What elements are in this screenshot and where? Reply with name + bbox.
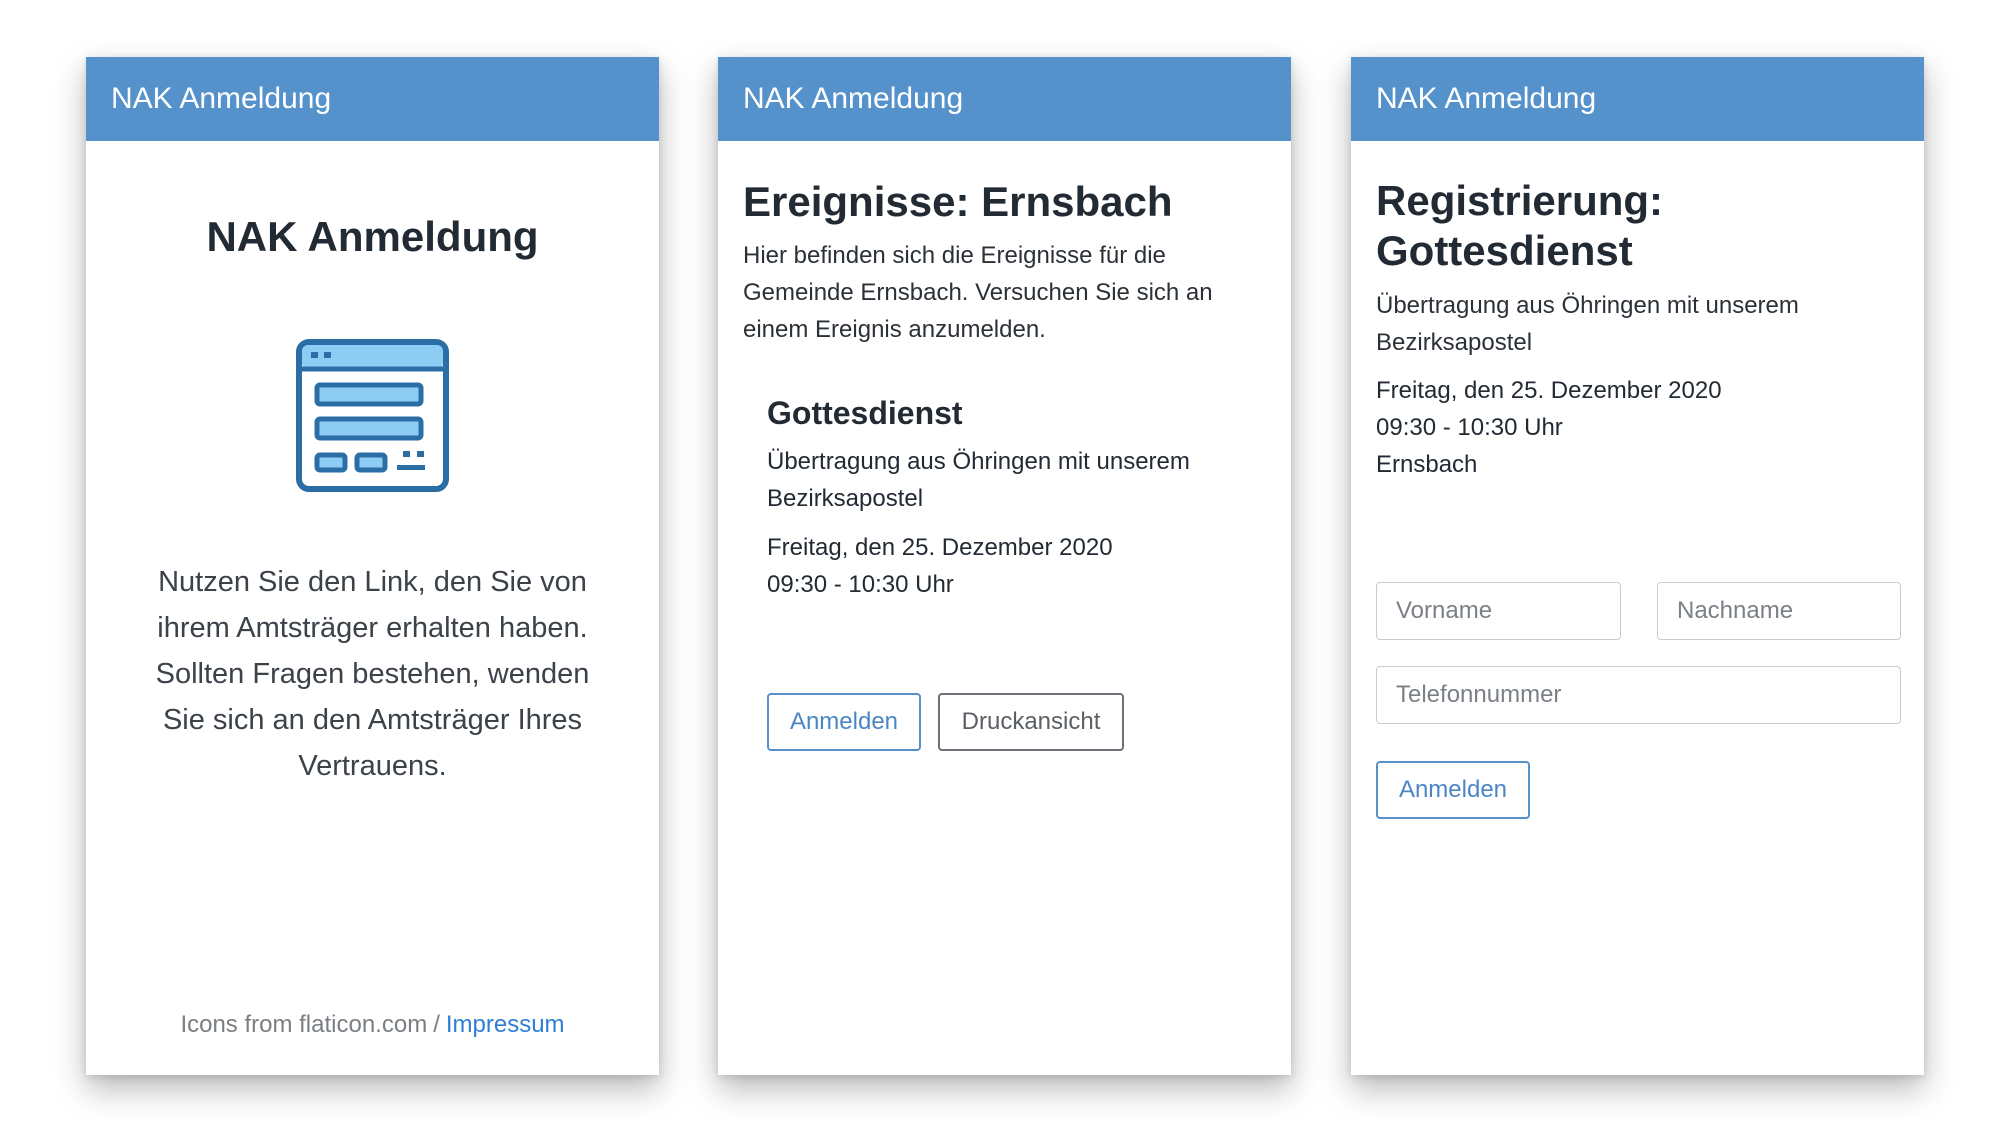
page-title-line-1: Registrierung: bbox=[1376, 177, 1664, 224]
impressum-link[interactable]: Impressum bbox=[446, 1011, 565, 1038]
page-title: Registrierung: Gottesdienst bbox=[1376, 176, 1901, 276]
register-button[interactable]: Anmelden bbox=[767, 693, 921, 751]
event-date: Freitag, den 25. Dezember 2020 bbox=[1376, 377, 1722, 404]
navbar-brand[interactable]: NAK Anmeldung bbox=[86, 57, 659, 141]
event-card: Gottesdienst Übertragung aus Öhringen mi… bbox=[767, 393, 1267, 603]
navbar-brand[interactable]: NAK Anmeldung bbox=[718, 57, 1291, 141]
event-time: 09:30 - 10:30 Uhr bbox=[767, 571, 954, 598]
lastname-input[interactable] bbox=[1657, 582, 1901, 640]
print-view-button[interactable]: Druckansicht bbox=[938, 693, 1124, 751]
event-location: Ernsbach bbox=[1376, 451, 1478, 478]
event-details: Freitag, den 25. Dezember 2020 09:30 - 1… bbox=[1376, 372, 1722, 483]
instruction-text: Nutzen Sie den Link, den Sie von ihrem A… bbox=[155, 566, 590, 782]
firstname-input[interactable] bbox=[1376, 582, 1621, 640]
page-title-line-2: Gottesdienst bbox=[1376, 227, 1633, 274]
browser-window-icon bbox=[296, 339, 449, 492]
footer-separator: / bbox=[433, 1011, 440, 1038]
screen-home: NAK Anmeldung NAK Anmeldung Nutzen Sie d… bbox=[86, 57, 659, 1075]
navbar-brand[interactable]: NAK Anmeldung bbox=[1351, 57, 1924, 141]
page-description: Hier befinden sich die Ereignisse für di… bbox=[743, 242, 1213, 343]
screen-events: NAK Anmeldung Ereignisse: Ernsbach Hier … bbox=[718, 57, 1291, 1075]
event-time: 09:30 - 10:30 Uhr bbox=[1376, 414, 1563, 441]
event-description: Übertragung aus Öhringen mit unserem Bez… bbox=[1376, 292, 1799, 356]
icon-credit: Icons from flaticon.com bbox=[180, 1011, 428, 1038]
event-title: Gottesdienst bbox=[767, 395, 963, 431]
submit-registration-button[interactable]: Anmelden bbox=[1376, 761, 1530, 819]
page-title: Ereignisse: Ernsbach bbox=[743, 178, 1173, 225]
footer: Icons from flaticon.com / Impressum bbox=[86, 1011, 659, 1039]
screen-registration: NAK Anmeldung Registrierung: Gottesdiens… bbox=[1351, 57, 1924, 1075]
phone-input[interactable] bbox=[1376, 666, 1901, 724]
event-description: Übertragung aus Öhringen mit unserem Bez… bbox=[767, 448, 1190, 512]
event-datetime: Freitag, den 25. Dezember 2020 09:30 - 1… bbox=[767, 529, 1267, 603]
page-title: NAK Anmeldung bbox=[206, 213, 539, 260]
event-date: Freitag, den 25. Dezember 2020 bbox=[767, 534, 1113, 561]
